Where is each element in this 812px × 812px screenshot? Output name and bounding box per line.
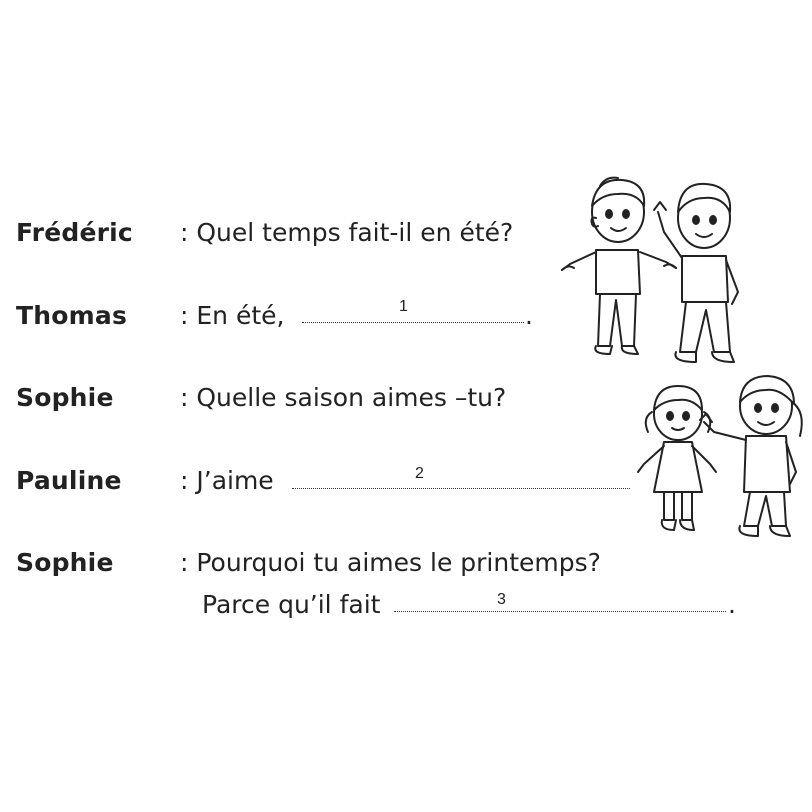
speaker-thomas: Thomas — [16, 301, 128, 330]
blank-number-3: 3 — [497, 591, 506, 608]
speaker-pauline: Pauline — [16, 466, 122, 495]
speaker-sophie-2: Sophie — [16, 548, 114, 577]
line-frederic: : Quel temps fait-il en été? — [180, 218, 514, 247]
blank-number-1: 1 — [399, 298, 408, 315]
speaker-sophie: Sophie — [16, 383, 114, 412]
boys-illustration-icon — [561, 176, 739, 363]
line-parce-que: Parce qu’il fait — [202, 590, 381, 619]
line-pauline: : J’aime — [180, 466, 274, 495]
answer-blank-1[interactable] — [302, 322, 524, 323]
girls-illustration-icon — [637, 375, 803, 537]
line-end-period: . — [525, 301, 533, 330]
line-sophie-why: : Pourquoi tu aimes le printemps? — [180, 548, 601, 577]
line-end-period-3: . — [728, 590, 736, 619]
speaker-frederic: Frédéric — [16, 218, 133, 247]
line-thomas: : En été, — [180, 301, 285, 330]
blank-number-2: 2 — [415, 465, 424, 482]
answer-blank-3[interactable] — [394, 611, 726, 612]
line-sophie-question: : Quelle saison aimes –tu? — [180, 383, 507, 412]
answer-blank-2[interactable] — [292, 488, 630, 489]
